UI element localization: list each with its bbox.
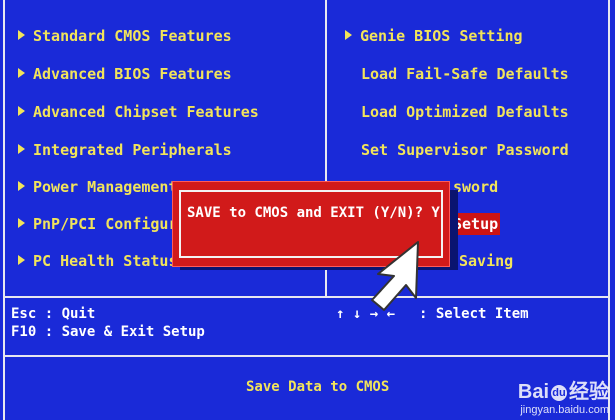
menu-item-saving-partial[interactable]: Saving — [459, 250, 513, 272]
footer-separator-top — [3, 296, 610, 298]
watermark-url: jingyan.baidu.com — [520, 404, 609, 416]
menu-item-genie-bios[interactable]: Genie BIOS Setting — [345, 25, 523, 47]
menu-item-advanced-bios[interactable]: Advanced BIOS Features — [18, 63, 232, 85]
outer-right-border — [608, 0, 610, 420]
menu-item-pc-health[interactable]: PC Health Status — [18, 250, 178, 272]
baidu-watermark: Bai du 经验 jingyan.baidu.com — [518, 375, 609, 416]
bios-screen: Standard CMOS Features Advanced BIOS Fea… — [0, 0, 615, 420]
f10-save-exit-hint: F10 : Save & Exit Setup — [11, 324, 205, 340]
submenu-arrow-icon — [18, 255, 25, 265]
menu-item-advanced-chipset[interactable]: Advanced Chipset Features — [18, 101, 259, 123]
menu-item-power-management[interactable]: Power Management — [18, 176, 178, 198]
esc-quit-hint: Esc : Quit — [11, 306, 96, 322]
submenu-arrow-icon — [18, 68, 25, 78]
submenu-arrow-icon — [18, 106, 25, 116]
outer-left-border — [3, 0, 5, 420]
dialog-prompt[interactable]: SAVE to CMOS and EXIT (Y/N)? Y — [187, 205, 440, 221]
menu-item-password-partial[interactable]: sword — [453, 176, 498, 198]
menu-item-set-supervisor-password[interactable]: Set Supervisor Password — [361, 139, 569, 161]
footer-separator-bottom — [3, 355, 610, 357]
status-line: Save Data to CMOS — [246, 379, 390, 395]
submenu-arrow-icon — [18, 30, 25, 40]
menu-item-integrated-peripherals[interactable]: Integrated Peripherals — [18, 139, 232, 161]
watermark-logo: Bai du 经验 — [517, 381, 609, 403]
menu-item-setup-highlighted[interactable]: Setup — [451, 213, 501, 235]
paw-icon: du — [551, 385, 567, 401]
menu-item-load-optimized[interactable]: Load Optimized Defaults — [361, 101, 569, 123]
menu-item-load-fail-safe[interactable]: Load Fail-Safe Defaults — [361, 63, 569, 85]
submenu-arrow-icon — [18, 181, 25, 191]
menu-item-standard-cmos[interactable]: Standard CMOS Features — [18, 25, 232, 47]
menu-item-pnp-pci[interactable]: PnP/PCI Configura — [18, 213, 187, 235]
submenu-arrow-icon — [18, 218, 25, 228]
pointer-arrow-icon — [364, 238, 430, 318]
submenu-arrow-icon — [18, 144, 25, 154]
select-item-hint: : Select Item — [419, 306, 529, 322]
submenu-arrow-icon — [345, 30, 352, 40]
